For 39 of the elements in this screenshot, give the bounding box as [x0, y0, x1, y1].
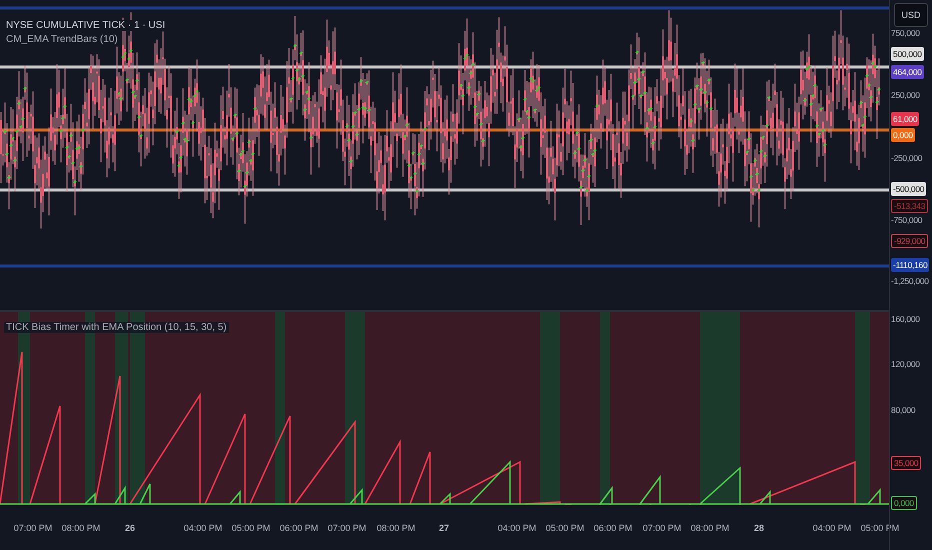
price-label: 250,000	[891, 90, 920, 100]
value-label: 120,000	[891, 359, 920, 369]
time-label: 06:00 PM	[594, 523, 632, 533]
price-label: 750,000	[891, 28, 920, 38]
time-label: 07:00 PM	[14, 523, 52, 533]
date-label: 27	[439, 523, 449, 533]
price-tag: -929,000	[891, 234, 928, 248]
time-label: 08:00 PM	[62, 523, 100, 533]
price-tag: -500,000	[891, 182, 926, 196]
indicator-label: TICK Bias Timer with EMA Position (10, 15, 30, 5)	[4, 322, 229, 333]
symbol-title: NYSE CUMULATIVE TICK · 1 · USI	[4, 20, 168, 31]
time-label: 07:00 PM	[328, 523, 366, 533]
value-label: 160,000	[891, 314, 920, 324]
date-label: 28	[754, 523, 764, 533]
time-label: 04:00 PM	[184, 523, 222, 533]
time-label: 08:00 PM	[376, 523, 416, 533]
price-tag: 0,000	[891, 128, 915, 142]
price-tag: 61,000	[891, 112, 920, 126]
time-label: 05:00 PM	[546, 523, 584, 533]
price-tag: 464,000	[891, 65, 924, 79]
time-label: 05:00 PM	[860, 523, 900, 533]
price-tag: -513,343	[891, 199, 928, 213]
price-label: -750,000	[891, 215, 922, 225]
currency-button[interactable]: USD	[894, 3, 928, 27]
price-label: -1,250,000	[891, 276, 929, 286]
indicator-label: CM_EMA TrendBars (10)	[4, 34, 120, 45]
time-label: 04:00 PM	[498, 523, 536, 533]
price-label: -250,000	[891, 153, 922, 163]
time-label: 07:00 PM	[642, 523, 682, 533]
time-label: 05:00 PM	[232, 523, 270, 533]
value-label: 80,000	[891, 405, 916, 415]
time-label: 06:00 PM	[280, 523, 318, 533]
time-label: 08:00 PM	[690, 523, 730, 533]
date-label: 26	[125, 523, 135, 533]
price-tag: 500,000	[891, 47, 924, 61]
value-tag: 0,000	[891, 496, 917, 510]
value-tag: 35,000	[891, 456, 922, 470]
time-label: 04:00 PM	[812, 523, 852, 533]
price-tag: -1110,160	[891, 258, 930, 272]
